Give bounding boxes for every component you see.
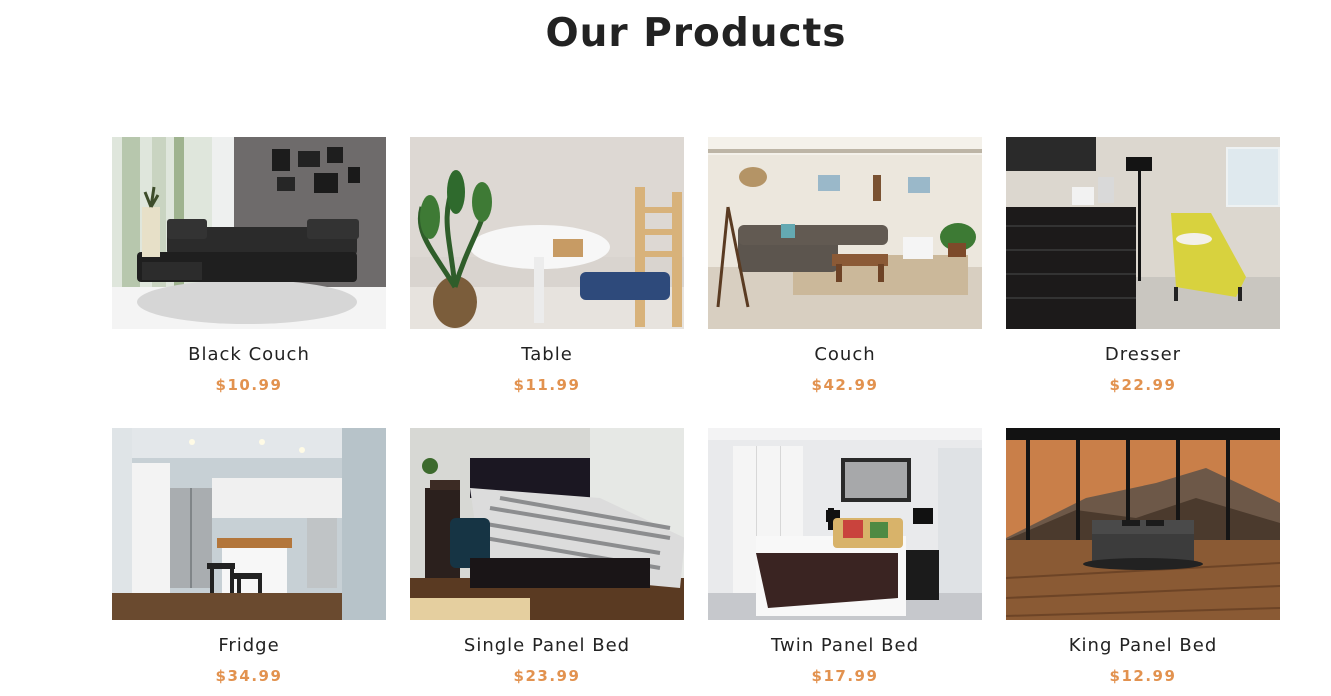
product-card-dresser[interactable]: Dresser $22.99 (1006, 137, 1280, 428)
product-card-couch[interactable]: Couch $42.99 (708, 137, 982, 428)
product-name[interactable]: Black Couch (112, 343, 386, 367)
product-image-couch[interactable] (708, 137, 982, 329)
product-card-black-couch[interactable]: Black Couch $10.99 (112, 137, 386, 428)
product-card-king-panel-bed[interactable]: King Panel Bed $12.99 (1006, 428, 1280, 696)
section-title: Our Products (545, 11, 847, 56)
product-price: $10.99 (215, 376, 283, 394)
product-price: $17.99 (811, 667, 879, 685)
product-image-black-couch[interactable] (112, 137, 386, 329)
product-card-fridge[interactable]: Fridge $34.99 (112, 428, 386, 696)
product-name[interactable]: Dresser (1006, 343, 1280, 367)
product-name[interactable]: King Panel Bed (1006, 634, 1280, 658)
product-price: $22.99 (1109, 376, 1177, 394)
product-image-king-panel-bed[interactable] (1006, 428, 1280, 620)
product-image-fridge[interactable] (112, 428, 386, 620)
products-page: Our Products Black Couch $10.99 Table $1… (0, 0, 1331, 696)
product-name[interactable]: Single Panel Bed (410, 634, 684, 658)
product-image-dresser[interactable] (1006, 137, 1280, 329)
product-card-single-panel-bed[interactable]: Single Panel Bed $23.99 (410, 428, 684, 696)
product-grid: Black Couch $10.99 Table $11.99 Couch $4… (112, 137, 1282, 696)
product-image-single-panel-bed[interactable] (410, 428, 684, 620)
product-price: $12.99 (1109, 667, 1177, 685)
product-price: $23.99 (513, 667, 581, 685)
product-name[interactable]: Fridge (112, 634, 386, 658)
product-name[interactable]: Couch (708, 343, 982, 367)
product-image-table[interactable] (410, 137, 684, 329)
product-price: $42.99 (811, 376, 879, 394)
product-price: $11.99 (513, 376, 581, 394)
product-price: $34.99 (215, 667, 283, 685)
product-name[interactable]: Twin Panel Bed (708, 634, 982, 658)
product-card-table[interactable]: Table $11.99 (410, 137, 684, 428)
product-name[interactable]: Table (410, 343, 684, 367)
product-card-twin-panel-bed[interactable]: Twin Panel Bed $17.99 (708, 428, 982, 696)
product-image-twin-panel-bed[interactable] (708, 428, 982, 620)
